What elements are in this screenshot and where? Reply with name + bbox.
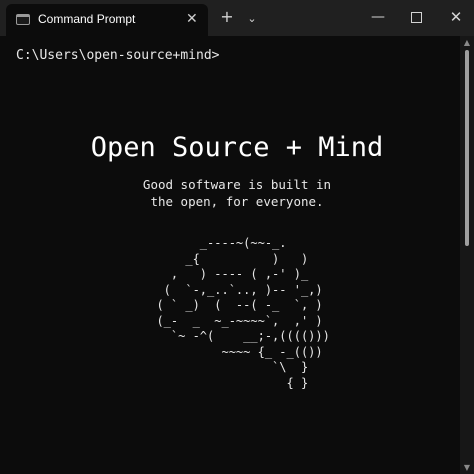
terminal-icon [16, 14, 30, 25]
banner-subtitle: Good software is built in the open, for … [0, 176, 474, 210]
chevron-up-icon[interactable]: ▲ [460, 38, 474, 47]
command-prompt-line: C:\Users\open-source+mind> [16, 48, 220, 63]
banner-title: Open Source + Mind [90, 132, 384, 163]
banner-subtitle-line-2: the open, for everyone. [150, 194, 324, 209]
minimize-button[interactable]: — [368, 8, 388, 26]
close-window-button[interactable]: ✕ [446, 8, 466, 26]
chevron-down-icon[interactable]: ▼ [460, 463, 474, 472]
brain-ascii-art: _----~(~~-_. _{ ) ) , ) ---- ( ,-' )_ ( … [156, 236, 330, 390]
tab-title: Command Prompt [38, 12, 136, 26]
title-bar: Command Prompt ✕ + ⌄ — ✕ [0, 0, 474, 36]
tab-command-prompt[interactable]: Command Prompt ✕ [6, 4, 208, 36]
vertical-scrollbar[interactable]: ▲ ▼ [460, 36, 474, 474]
maximize-icon [410, 12, 422, 23]
scrollbar-thumb[interactable] [465, 50, 469, 246]
tab-close-button[interactable]: ✕ [186, 11, 198, 27]
terminal-output[interactable]: C:\Users\open-source+mind> Open Source +… [0, 36, 460, 474]
new-tab-button[interactable]: + [218, 8, 236, 26]
maximize-button[interactable] [406, 8, 426, 27]
tab-dropdown-button[interactable]: ⌄ [244, 10, 260, 28]
banner-subtitle-line-1: Good software is built in [142, 177, 332, 192]
